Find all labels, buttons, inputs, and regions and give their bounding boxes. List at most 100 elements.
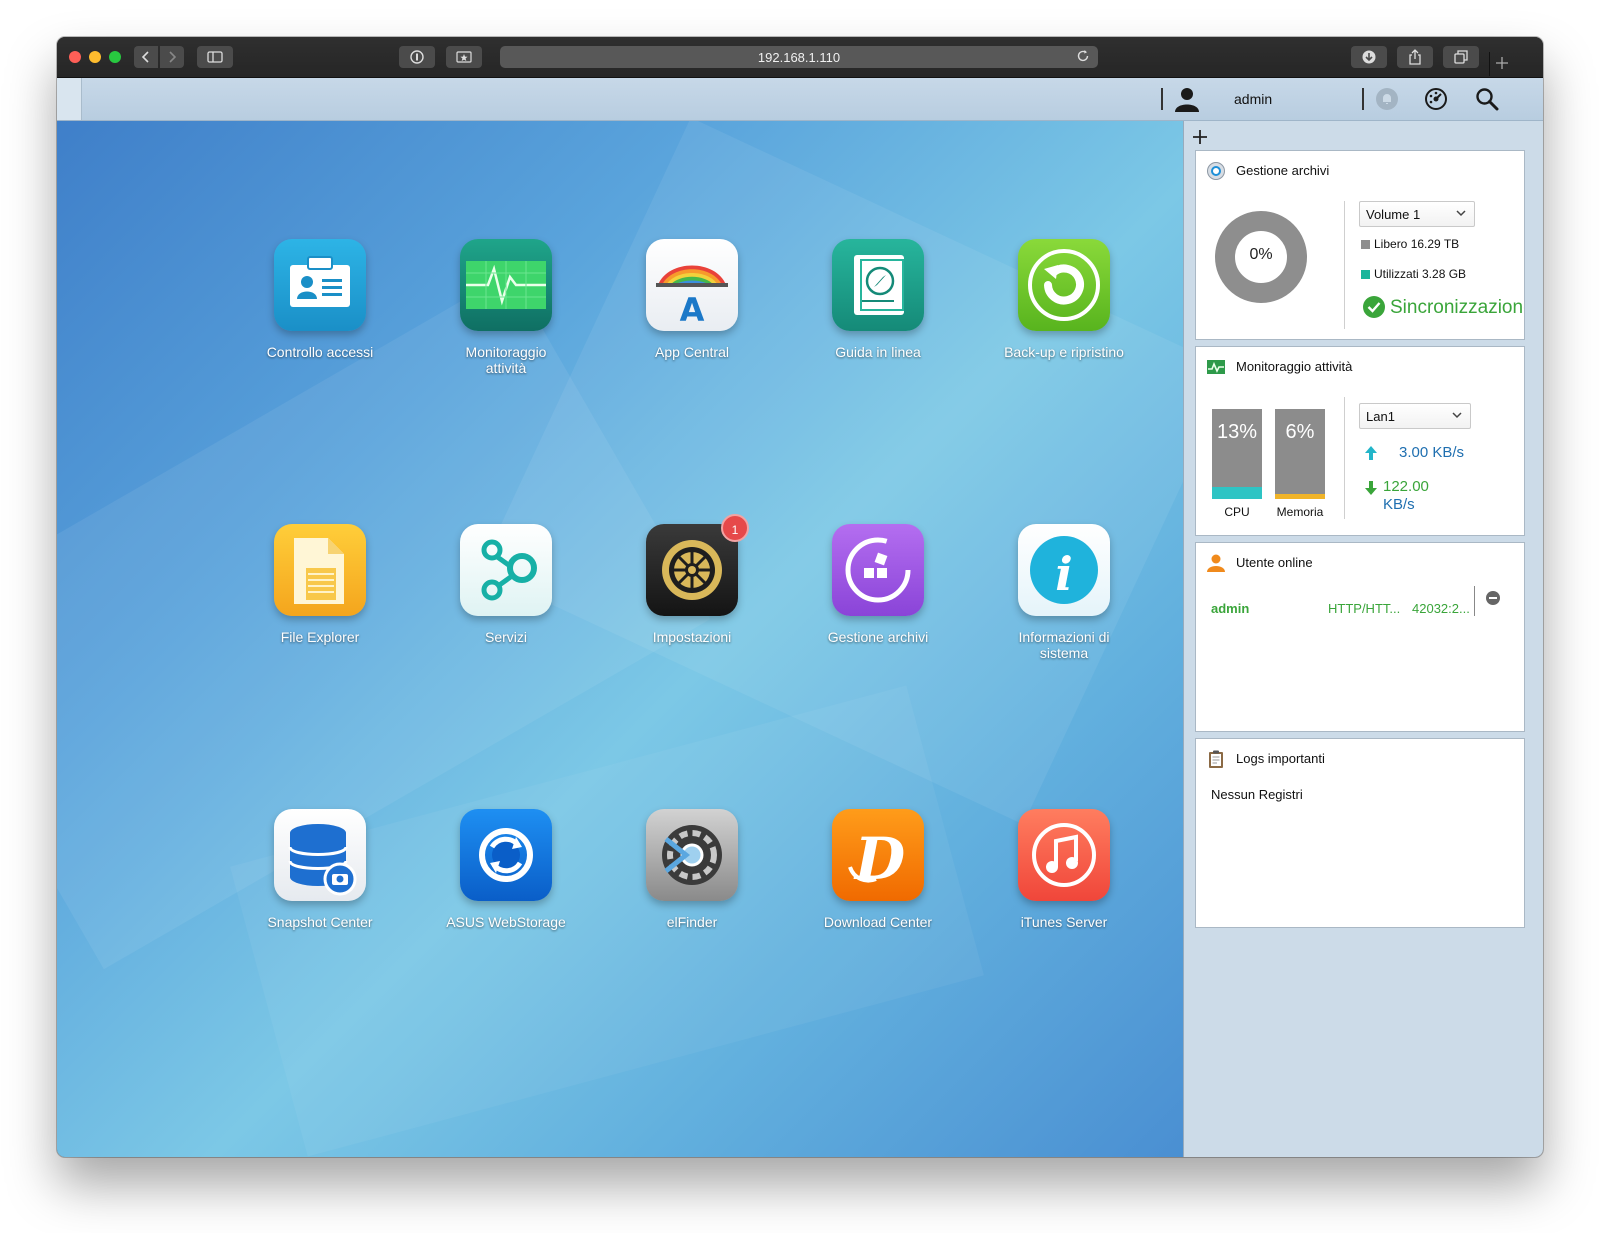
chevron-down-icon (1456, 210, 1466, 217)
share-button[interactable] (1397, 46, 1433, 68)
app-asus-webstorage[interactable]: ASUS WebStorage (416, 809, 596, 930)
sidebar-icon (207, 51, 223, 63)
activity-monitor-icon (460, 239, 552, 331)
widget-title: Logs importanti (1236, 751, 1325, 766)
cpu-fill (1212, 487, 1262, 499)
storage-manager-icon (832, 524, 924, 616)
taskbar-handle[interactable] (57, 78, 82, 120)
taskbar-separator (1362, 88, 1364, 110)
downloads-button[interactable] (1351, 46, 1387, 68)
storage-disk-icon (1207, 162, 1225, 180)
download-center-icon: D (832, 809, 924, 901)
widget-panel: Gestione archivi 0% Volume 1 Libero 16.2… (1183, 121, 1543, 1157)
disconnect-user-icon[interactable] (1486, 591, 1500, 605)
app-label: elFinder (666, 914, 718, 930)
app-itunes-server[interactable]: iTunes Server (974, 809, 1154, 930)
app-guida-in-linea[interactable]: Guida in linea (788, 239, 968, 360)
sidebar-toggle-button[interactable] (197, 46, 233, 68)
app-download-center[interactable]: D Download Center (788, 809, 968, 930)
adm-taskbar: admin (57, 78, 1543, 121)
tabs-icon (1454, 50, 1468, 64)
zoom-window-button[interactable] (109, 51, 121, 63)
storage-usage-percent: 0% (1249, 246, 1273, 263)
key-icon (410, 50, 424, 64)
access-control-icon (274, 239, 366, 331)
user-icon (1207, 554, 1225, 572)
dashboard-icon[interactable] (1424, 87, 1448, 111)
memory-bar: 6% (1275, 409, 1325, 499)
app-label: Snapshot Center (267, 914, 373, 930)
app-elfinder[interactable]: elFinder (602, 809, 782, 930)
browser-window: 192.168.1.110 admin Controllo accessi Mo… (57, 37, 1543, 1157)
services-icon (460, 524, 552, 616)
app-label: Back-up e ripristino (1004, 344, 1124, 360)
share-icon (1409, 49, 1421, 65)
app-monitoraggio-attivita[interactable]: Monitoraggio attività (416, 239, 596, 376)
app-file-explorer[interactable]: File Explorer (230, 524, 410, 645)
search-icon[interactable] (1475, 87, 1499, 111)
storage-free: Libero 16.29 TB (1361, 237, 1459, 251)
forward-button[interactable] (160, 46, 184, 68)
app-label: Download Center (823, 914, 933, 930)
minimize-window-button[interactable] (89, 51, 101, 63)
app-app-central[interactable]: A App Central (602, 239, 782, 360)
app-backup-ripristino[interactable]: Back-up e ripristino (974, 239, 1154, 360)
app-informazioni-sistema[interactable]: i Informazioni di sistema (974, 524, 1154, 661)
app-impostazioni[interactable]: 1 Impostazioni (602, 514, 782, 645)
storage-widget: Gestione archivi 0% Volume 1 Libero 16.2… (1195, 150, 1525, 340)
close-window-button[interactable] (69, 51, 81, 63)
taskbar-separator (1161, 88, 1163, 110)
interface-select[interactable]: Lan1 (1359, 403, 1471, 429)
app-label: Controllo accessi (266, 344, 374, 360)
storage-status: Sincronizzazione (1390, 297, 1524, 318)
activity-widget: Monitoraggio attività 13% CPU 6% Memoria… (1195, 346, 1525, 536)
app-servizi[interactable]: Servizi (416, 524, 596, 645)
address-bar[interactable]: 192.168.1.110 (500, 46, 1098, 68)
widget-title: Utente online (1236, 555, 1313, 570)
logs-widget: Logs importanti Nessun Registri (1195, 738, 1525, 928)
cpu-bar: 13% (1212, 409, 1262, 499)
memory-label: Memoria (1276, 505, 1324, 519)
cpu-label: CPU (1224, 505, 1250, 519)
user-icon[interactable] (1174, 86, 1200, 112)
upload-arrow-icon (1365, 446, 1377, 460)
browser-toolbar: 192.168.1.110 (57, 37, 1543, 78)
volume-select-value: Volume 1 (1366, 207, 1421, 222)
notification-icon[interactable] (1375, 87, 1399, 111)
itunes-server-icon (1018, 809, 1110, 901)
app-label: Guida in linea (835, 344, 921, 360)
new-tab-button[interactable] (1489, 52, 1513, 76)
chevron-down-icon (1452, 412, 1462, 419)
url-text: 192.168.1.110 (757, 50, 841, 65)
upload-speed: 3.00 KB/s (1399, 444, 1465, 461)
file-explorer-icon (274, 524, 366, 616)
current-user-name[interactable]: admin (1234, 91, 1272, 107)
volume-select[interactable]: Volume 1 (1359, 201, 1475, 227)
password-button[interactable] (399, 46, 435, 68)
back-button[interactable] (134, 46, 158, 68)
app-controllo-accessi[interactable]: Controllo accessi (230, 239, 410, 360)
reload-icon[interactable] (1076, 49, 1090, 63)
svg-text:i: i (1055, 547, 1072, 601)
column-divider (1474, 586, 1475, 616)
online-user-name: admin (1211, 601, 1250, 616)
app-label: ASUS WebStorage (446, 914, 566, 930)
bookmarks-button[interactable] (446, 46, 482, 68)
download-arrow-icon (1365, 481, 1377, 495)
online-user-row[interactable]: admin HTTP/HTT... 42032:2... (1196, 586, 1496, 618)
app-label: Servizi (484, 629, 527, 645)
app-snapshot-center[interactable]: Snapshot Center (230, 809, 410, 930)
activity-chart-icon (1207, 360, 1225, 374)
svg-text:D: D (853, 825, 905, 893)
add-widget-icon[interactable] (1192, 129, 1208, 145)
tabs-overview-button[interactable] (1443, 46, 1479, 68)
app-label: Monitoraggio attività (465, 344, 547, 376)
app-gestione-archivi[interactable]: Gestione archivi (788, 524, 968, 645)
widget-divider (1344, 397, 1345, 519)
app-central-icon: A (646, 239, 738, 331)
checkmark-icon (1363, 296, 1385, 318)
memory-percent: 6% (1285, 421, 1315, 443)
widget-divider (1344, 201, 1345, 329)
widget-title: Monitoraggio attività (1236, 359, 1353, 374)
online-users-widget: Utente online admin HTTP/HTT... 42032:2.… (1195, 542, 1525, 732)
